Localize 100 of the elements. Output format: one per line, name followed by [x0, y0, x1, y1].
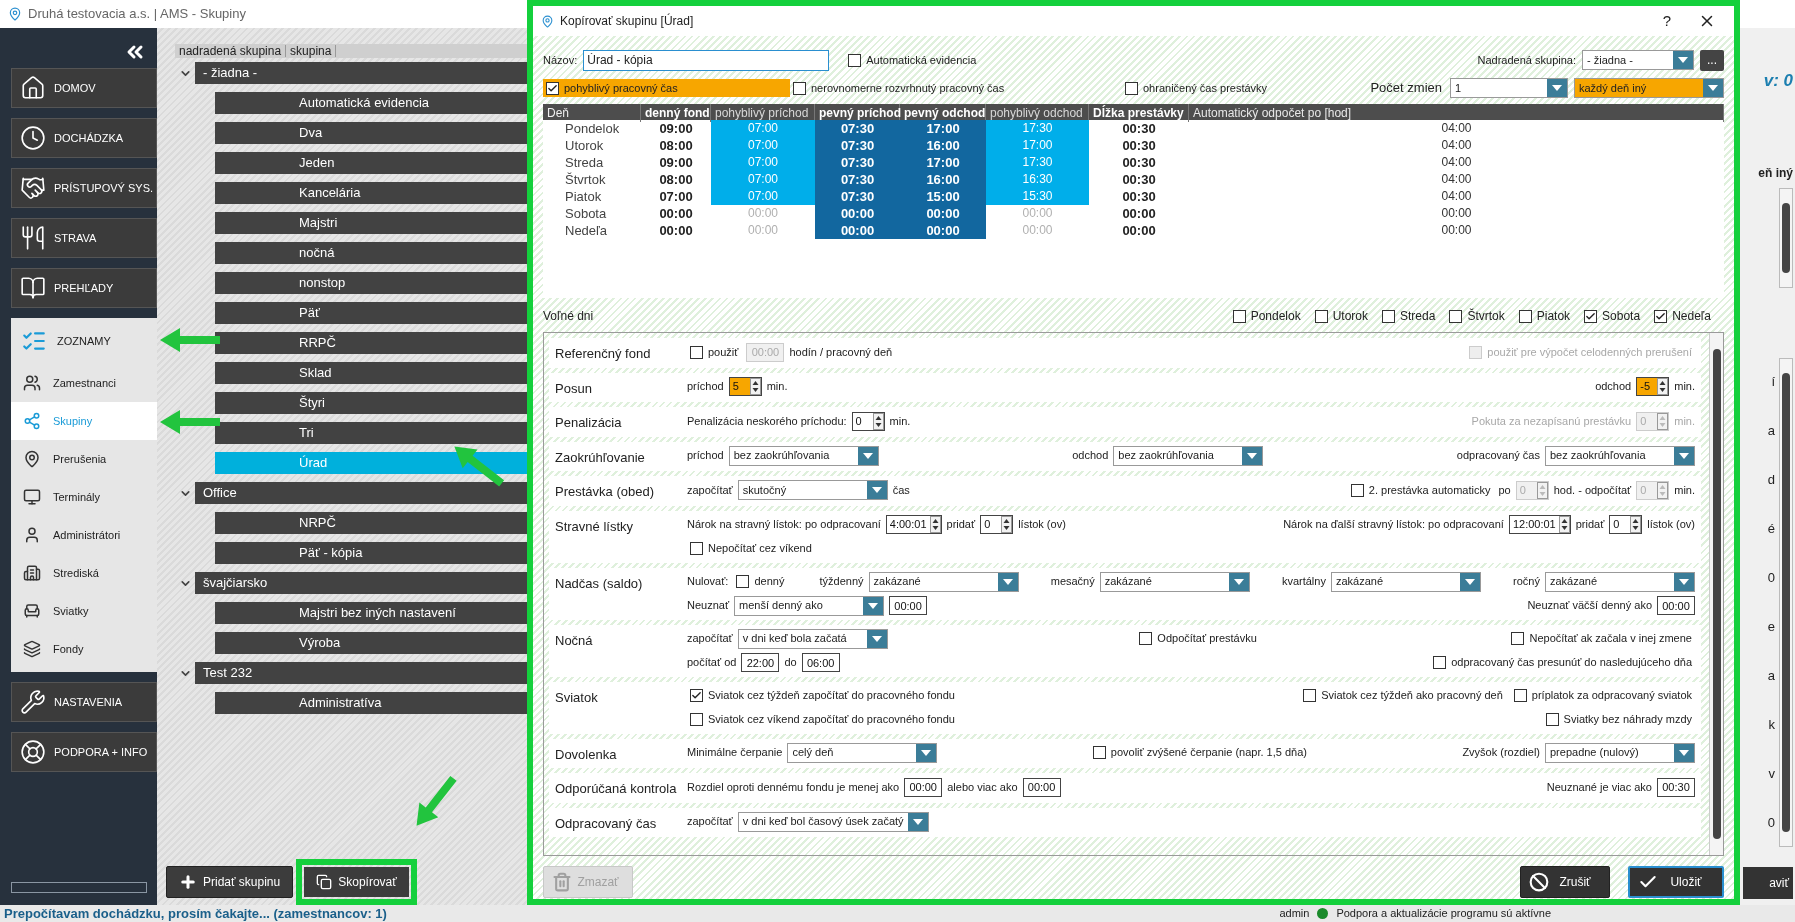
dropdown[interactable]: bez zaokrúhľovania [1545, 445, 1695, 466]
nav-item[interactable]: Zamestnanci [11, 364, 157, 402]
spin-field[interactable]: 0 [851, 411, 885, 431]
checkbox[interactable]: denný [733, 572, 788, 591]
tick-box [848, 53, 862, 67]
table-cell: 07:30 [815, 188, 900, 205]
checkbox[interactable]: Sobota [1581, 306, 1644, 326]
dropdown[interactable]: celý deň [787, 742, 938, 763]
checkbox[interactable]: Piatok [1515, 306, 1574, 326]
nav-button[interactable]: NASTAVENIA [11, 682, 157, 722]
nav-button[interactable]: ZOZNAMY [11, 318, 157, 364]
checkbox[interactable]: pohyblivý pracovný čas [543, 78, 790, 98]
checkbox[interactable]: Štvrtok [1446, 306, 1508, 326]
input-field[interactable]: 22:00 [741, 653, 780, 672]
dropdown[interactable]: zakázané [868, 571, 1019, 592]
dropdown[interactable]: v dni keď bola začatá [737, 628, 888, 649]
spin-field[interactable]: -5 [1636, 377, 1670, 396]
dropdown[interactable]: bez zaokrúhľovania [1113, 445, 1264, 466]
section-title: Odporúčaná kontrola [555, 780, 678, 798]
table-cell-text: 07:00 [658, 188, 694, 205]
tick-box [1139, 632, 1153, 645]
add-group-button[interactable]: Pridať skupinu [166, 866, 294, 898]
dropdown[interactable]: zakázané [1544, 571, 1695, 592]
input-field[interactable]: 00:30 [1657, 777, 1695, 797]
nav-button[interactable]: STRAVA [11, 218, 157, 258]
caret-icon [866, 629, 887, 648]
nav-button[interactable]: PREHĽADY [11, 268, 157, 308]
table-cell-text: 00:30 [1121, 120, 1157, 137]
spin-field[interactable]: 0 [980, 515, 1014, 534]
spin-field[interactable]: 5 [728, 377, 762, 396]
column-header[interactable]: skupina [286, 45, 337, 57]
dropdown[interactable]: bez zaokrúhľovania [728, 445, 879, 466]
checkbox[interactable]: nerovnomerne rozvrhnutý pracovný čas [790, 78, 1122, 98]
name-field[interactable]: Úrad - kópia [583, 49, 830, 71]
dropdown[interactable]: v dni keď bol časový úsek začatý [737, 811, 929, 832]
checkbox[interactable]: povoliť zvýšené čerpanie (napr. 1,5 dňa) [1089, 743, 1310, 762]
column-header[interactable]: nadradená skupina [175, 45, 287, 57]
nav-button[interactable]: PODPORA + INFO [11, 732, 157, 772]
more-button[interactable]: ... [1700, 49, 1724, 71]
nav-item[interactable]: Prerušenia [11, 440, 157, 478]
dropdown[interactable]: každý deň iný [1574, 78, 1724, 98]
annotation-arrow [159, 326, 221, 354]
action-button[interactable]: Zrušiť [1520, 866, 1610, 898]
checkbox[interactable]: Sviatok cez týždeň započítať do pracovného fondu [687, 686, 958, 705]
dropdown[interactable]: menší denný ako [734, 595, 885, 616]
checkbox[interactable]: ohraničený čas prestávky [1122, 78, 1271, 98]
checkbox[interactable]: Nepočítať ak začala v inej zmene [1508, 629, 1695, 648]
dropdown[interactable]: - žiadna - [1582, 50, 1694, 70]
input-field[interactable]: 06:00 [801, 653, 840, 672]
dropdown[interactable]: prepadne (nulový) [1545, 742, 1695, 763]
dropdown[interactable]: zakázané [1099, 571, 1250, 592]
spin-field[interactable]: 12:00:01 [1508, 515, 1571, 534]
nav-item[interactable]: Terminály [11, 478, 157, 516]
save-button[interactable]: aviť [1743, 867, 1793, 899]
checkbox[interactable]: príplatok za odpracovaný sviatok [1510, 686, 1695, 705]
nav-item[interactable]: Sviatky [11, 592, 157, 630]
nav-button[interactable]: DOCHÁDZKA [11, 118, 157, 158]
scrollbar[interactable] [1779, 357, 1793, 847]
field-label: pridať [1575, 517, 1605, 533]
checkbox[interactable]: odpracovaný čas presunúť do nasledujúceho dňa [1430, 653, 1695, 672]
checkbox[interactable]: Sviatky bez náhrady mzdy [1542, 710, 1695, 729]
copy-button[interactable]: Skopírovať [304, 867, 409, 897]
checkbox[interactable]: Streda [1379, 306, 1439, 326]
dropdown[interactable]: 1 [1450, 78, 1568, 98]
checkbox[interactable]: Nepočítať cez víkend [687, 539, 815, 558]
checkbox[interactable]: Pondelok [1229, 306, 1304, 326]
nav-button[interactable]: DOMOV [11, 68, 157, 108]
checkbox[interactable]: Automatická evidencia [845, 50, 980, 70]
input-field[interactable]: 00:00 [1022, 777, 1061, 797]
input-field[interactable]: 00:00 [1657, 596, 1695, 615]
nav-item[interactable]: Fondy [11, 630, 157, 668]
checkbox[interactable]: 2. prestávka automaticky [1347, 480, 1494, 500]
checkbox[interactable]: Nedeľa [1651, 306, 1714, 326]
spin-arrows-icon [1536, 481, 1548, 499]
armchair-icon [23, 602, 41, 620]
table-cell: 07:00 [711, 188, 815, 205]
nav-button[interactable]: PRÍSTUPOVÝ SYS. [11, 168, 157, 208]
dropdown[interactable]: skutočný [737, 480, 888, 500]
input-field[interactable]: 00:00 [904, 777, 943, 797]
nav-item[interactable]: Strediská [11, 554, 157, 592]
checkbox[interactable]: Sviatok cez víkend započítať do pracovného fondu [687, 710, 958, 729]
checkbox[interactable]: Utorok [1311, 306, 1372, 326]
annotation-arrow [159, 408, 221, 436]
field-label: hodín / pracovný deň [789, 344, 893, 360]
dropdown[interactable]: zakázané [1330, 571, 1481, 592]
help-button[interactable]: ? [1652, 9, 1682, 33]
input-field[interactable]: 00:00 [889, 596, 928, 615]
checkbox[interactable]: Odpočítať prestávku [1136, 629, 1260, 648]
table-cell: 16:30 [986, 171, 1089, 188]
nav-item[interactable]: Administrátori [11, 516, 157, 554]
table-cell: 17:00 [986, 137, 1089, 154]
checkbox[interactable]: použiť [687, 342, 742, 362]
tick-box [1469, 345, 1483, 359]
spin-field[interactable]: 4:00:01 [885, 515, 942, 534]
action-button[interactable]: Uložiť [1628, 866, 1724, 898]
checkbox[interactable]: Sviatok cez týždeň ako pracovný deň [1300, 686, 1506, 705]
spin-field[interactable]: 0 [1609, 515, 1643, 534]
scrollbar[interactable] [1779, 187, 1793, 288]
scrollbar[interactable] [1709, 333, 1723, 855]
caret-icon [1673, 572, 1694, 591]
